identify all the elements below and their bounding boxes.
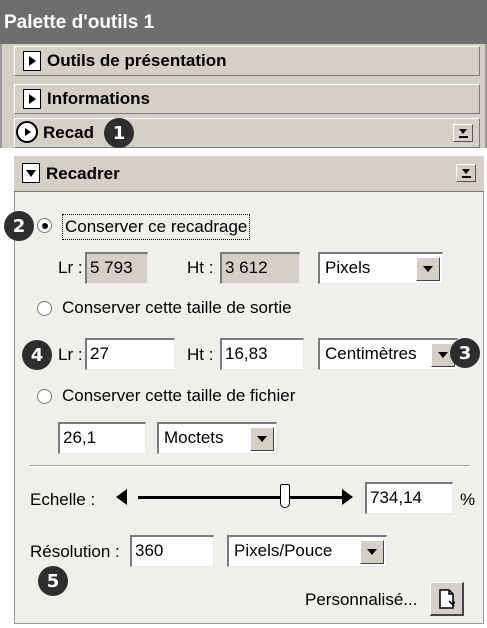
radio-keep-crop[interactable] — [37, 218, 52, 233]
scale-slider-track[interactable] — [138, 496, 342, 499]
file-size-unit-value: Moctets — [164, 428, 224, 447]
height-label: Ht : — [187, 345, 214, 364]
document-icon — [438, 588, 455, 609]
custom-label: Personnalisé... — [305, 590, 418, 609]
callout-badge-1: 1 — [104, 118, 134, 148]
crop-height-field[interactable]: 3 612 — [220, 252, 300, 284]
scale-label: Echelle : — [30, 490, 96, 509]
scale-field[interactable]: 734,14 — [365, 482, 453, 514]
expand-circle-arrow-icon[interactable] — [16, 121, 38, 143]
output-unit-select[interactable]: Centimètres — [318, 338, 458, 370]
recadrer-title: Recadrer — [46, 164, 120, 183]
custom-settings-button[interactable] — [430, 582, 464, 616]
chevron-down-icon[interactable] — [250, 427, 274, 451]
output-size-label: Conserver cette taille de sortie — [62, 298, 292, 317]
section-recadrer-collapsed[interactable]: Recad — [14, 118, 480, 148]
collapse-triangle-icon[interactable] — [22, 163, 40, 183]
file-size-label: Conserver cette taille de fichier — [62, 386, 296, 405]
callout-badge-3: 3 — [450, 338, 480, 368]
scale-increase-icon[interactable] — [342, 489, 353, 505]
section-informations[interactable]: Informations — [14, 84, 480, 114]
section-label: Recad — [43, 123, 95, 142]
crop-width-field[interactable]: 5 793 — [85, 252, 148, 284]
crop-unit-select[interactable]: Pixels — [318, 252, 443, 284]
chevron-down-icon[interactable] — [416, 257, 440, 281]
chevron-down-icon[interactable] — [360, 540, 384, 564]
resolution-field[interactable]: 360 — [130, 535, 214, 567]
keep-crop-label: Conserver ce recadrage — [62, 214, 251, 240]
output-height-field[interactable]: 16,83 — [220, 338, 304, 370]
output-unit-value: Centimètres — [325, 344, 417, 363]
resolution-unit-select[interactable]: Pixels/Pouce — [227, 535, 387, 567]
radio-file-size[interactable] — [37, 389, 52, 404]
height-label: Ht : — [187, 258, 214, 277]
collapse-arrow-icon[interactable] — [456, 164, 476, 182]
separator — [30, 465, 470, 467]
resolution-unit-value: Pixels/Pouce — [234, 541, 333, 560]
expand-triangle-icon[interactable] — [23, 89, 41, 109]
expand-triangle-icon[interactable] — [23, 51, 41, 71]
callout-badge-2: 2 — [4, 211, 34, 241]
callout-badge-4: 4 — [22, 340, 52, 370]
radio-output-size[interactable] — [37, 301, 52, 316]
callout-badge-5: 5 — [38, 566, 68, 596]
file-size-unit-select[interactable]: Moctets — [157, 422, 277, 454]
crop-unit-value: Pixels — [325, 258, 371, 277]
scale-unit: % — [460, 490, 476, 509]
section-label: Outils de présentation — [47, 51, 227, 70]
section-label: Informations — [47, 89, 150, 108]
recadrer-header[interactable]: Recadrer — [14, 156, 484, 192]
section-outils-presentation[interactable]: Outils de présentation — [14, 46, 480, 76]
output-width-field[interactable]: 27 — [85, 338, 175, 370]
collapse-arrow-icon[interactable] — [453, 124, 473, 142]
scale-slider-thumb[interactable] — [280, 484, 290, 508]
scale-decrease-icon[interactable] — [116, 489, 127, 505]
width-label: Lr : — [58, 258, 83, 277]
file-size-field[interactable]: 26,1 — [58, 422, 146, 454]
palette-title: Palette d'outils 1 — [0, 0, 487, 44]
resolution-label: Résolution : — [30, 542, 120, 561]
width-label: Lr : — [58, 345, 83, 364]
